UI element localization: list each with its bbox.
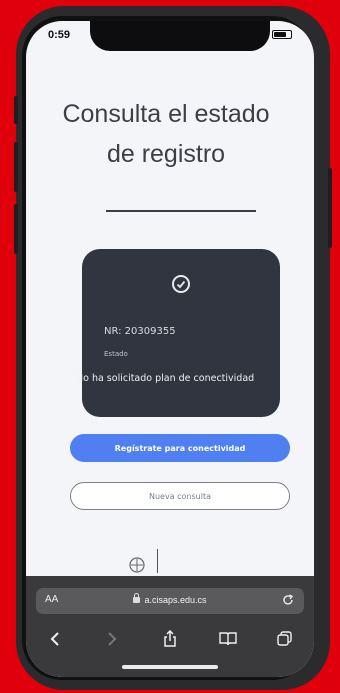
new-query-button[interactable]: Nueva consulta [70,482,290,510]
address-bar[interactable]: AA a.cisaps.edu.cs [36,588,304,614]
back-icon [50,632,59,646]
volume-down-button [14,204,18,254]
card-state-label: Estado [104,350,128,358]
page-title-line-2: de registro [106,140,226,168]
check-circle-icon [172,275,190,293]
status-time: 0:59 [48,29,71,41]
card-rut: NR: 20309355 [104,326,176,337]
url-display[interactable]: a.cisaps.edu.cs [36,592,304,605]
browser-bar: AA a.cisaps.edu.cs [26,576,314,677]
bookmarks-icon [218,632,237,646]
share-icon [164,630,176,647]
bookmarks-button[interactable] [216,627,240,651]
footer-divider [157,549,158,573]
power-button [328,168,332,248]
register-connectivity-button[interactable]: Regístrate para conectividad [70,434,290,462]
volume-up-button [14,142,18,192]
screen: 0:59 Consulta el estado de registro NR: … [26,21,314,677]
reload-icon[interactable] [281,593,295,607]
browser-toolbar [26,624,314,654]
mute-switch [14,96,18,124]
title-divider [106,210,256,212]
page-title-line-1: Consulta el estado [62,100,270,128]
forward-button[interactable] [100,627,124,651]
institution-logo-icon [129,557,145,573]
notch [90,21,270,51]
url-text: a.cisaps.edu.cs [144,595,207,605]
page-title: Consulta el estado de registro [26,94,314,174]
back-button[interactable] [43,627,67,651]
card-status-message: No ha solicitado plan de conectividad [76,373,255,384]
home-indicator[interactable] [122,665,218,669]
share-button[interactable] [158,627,182,651]
forward-icon [108,632,117,646]
tabs-button[interactable] [273,627,297,651]
lock-icon [133,592,141,603]
status-card: NR: 20309355 Estado No ha solicitado pla… [76,249,280,417]
tabs-icon [277,631,292,646]
battery-icon [272,30,292,39]
